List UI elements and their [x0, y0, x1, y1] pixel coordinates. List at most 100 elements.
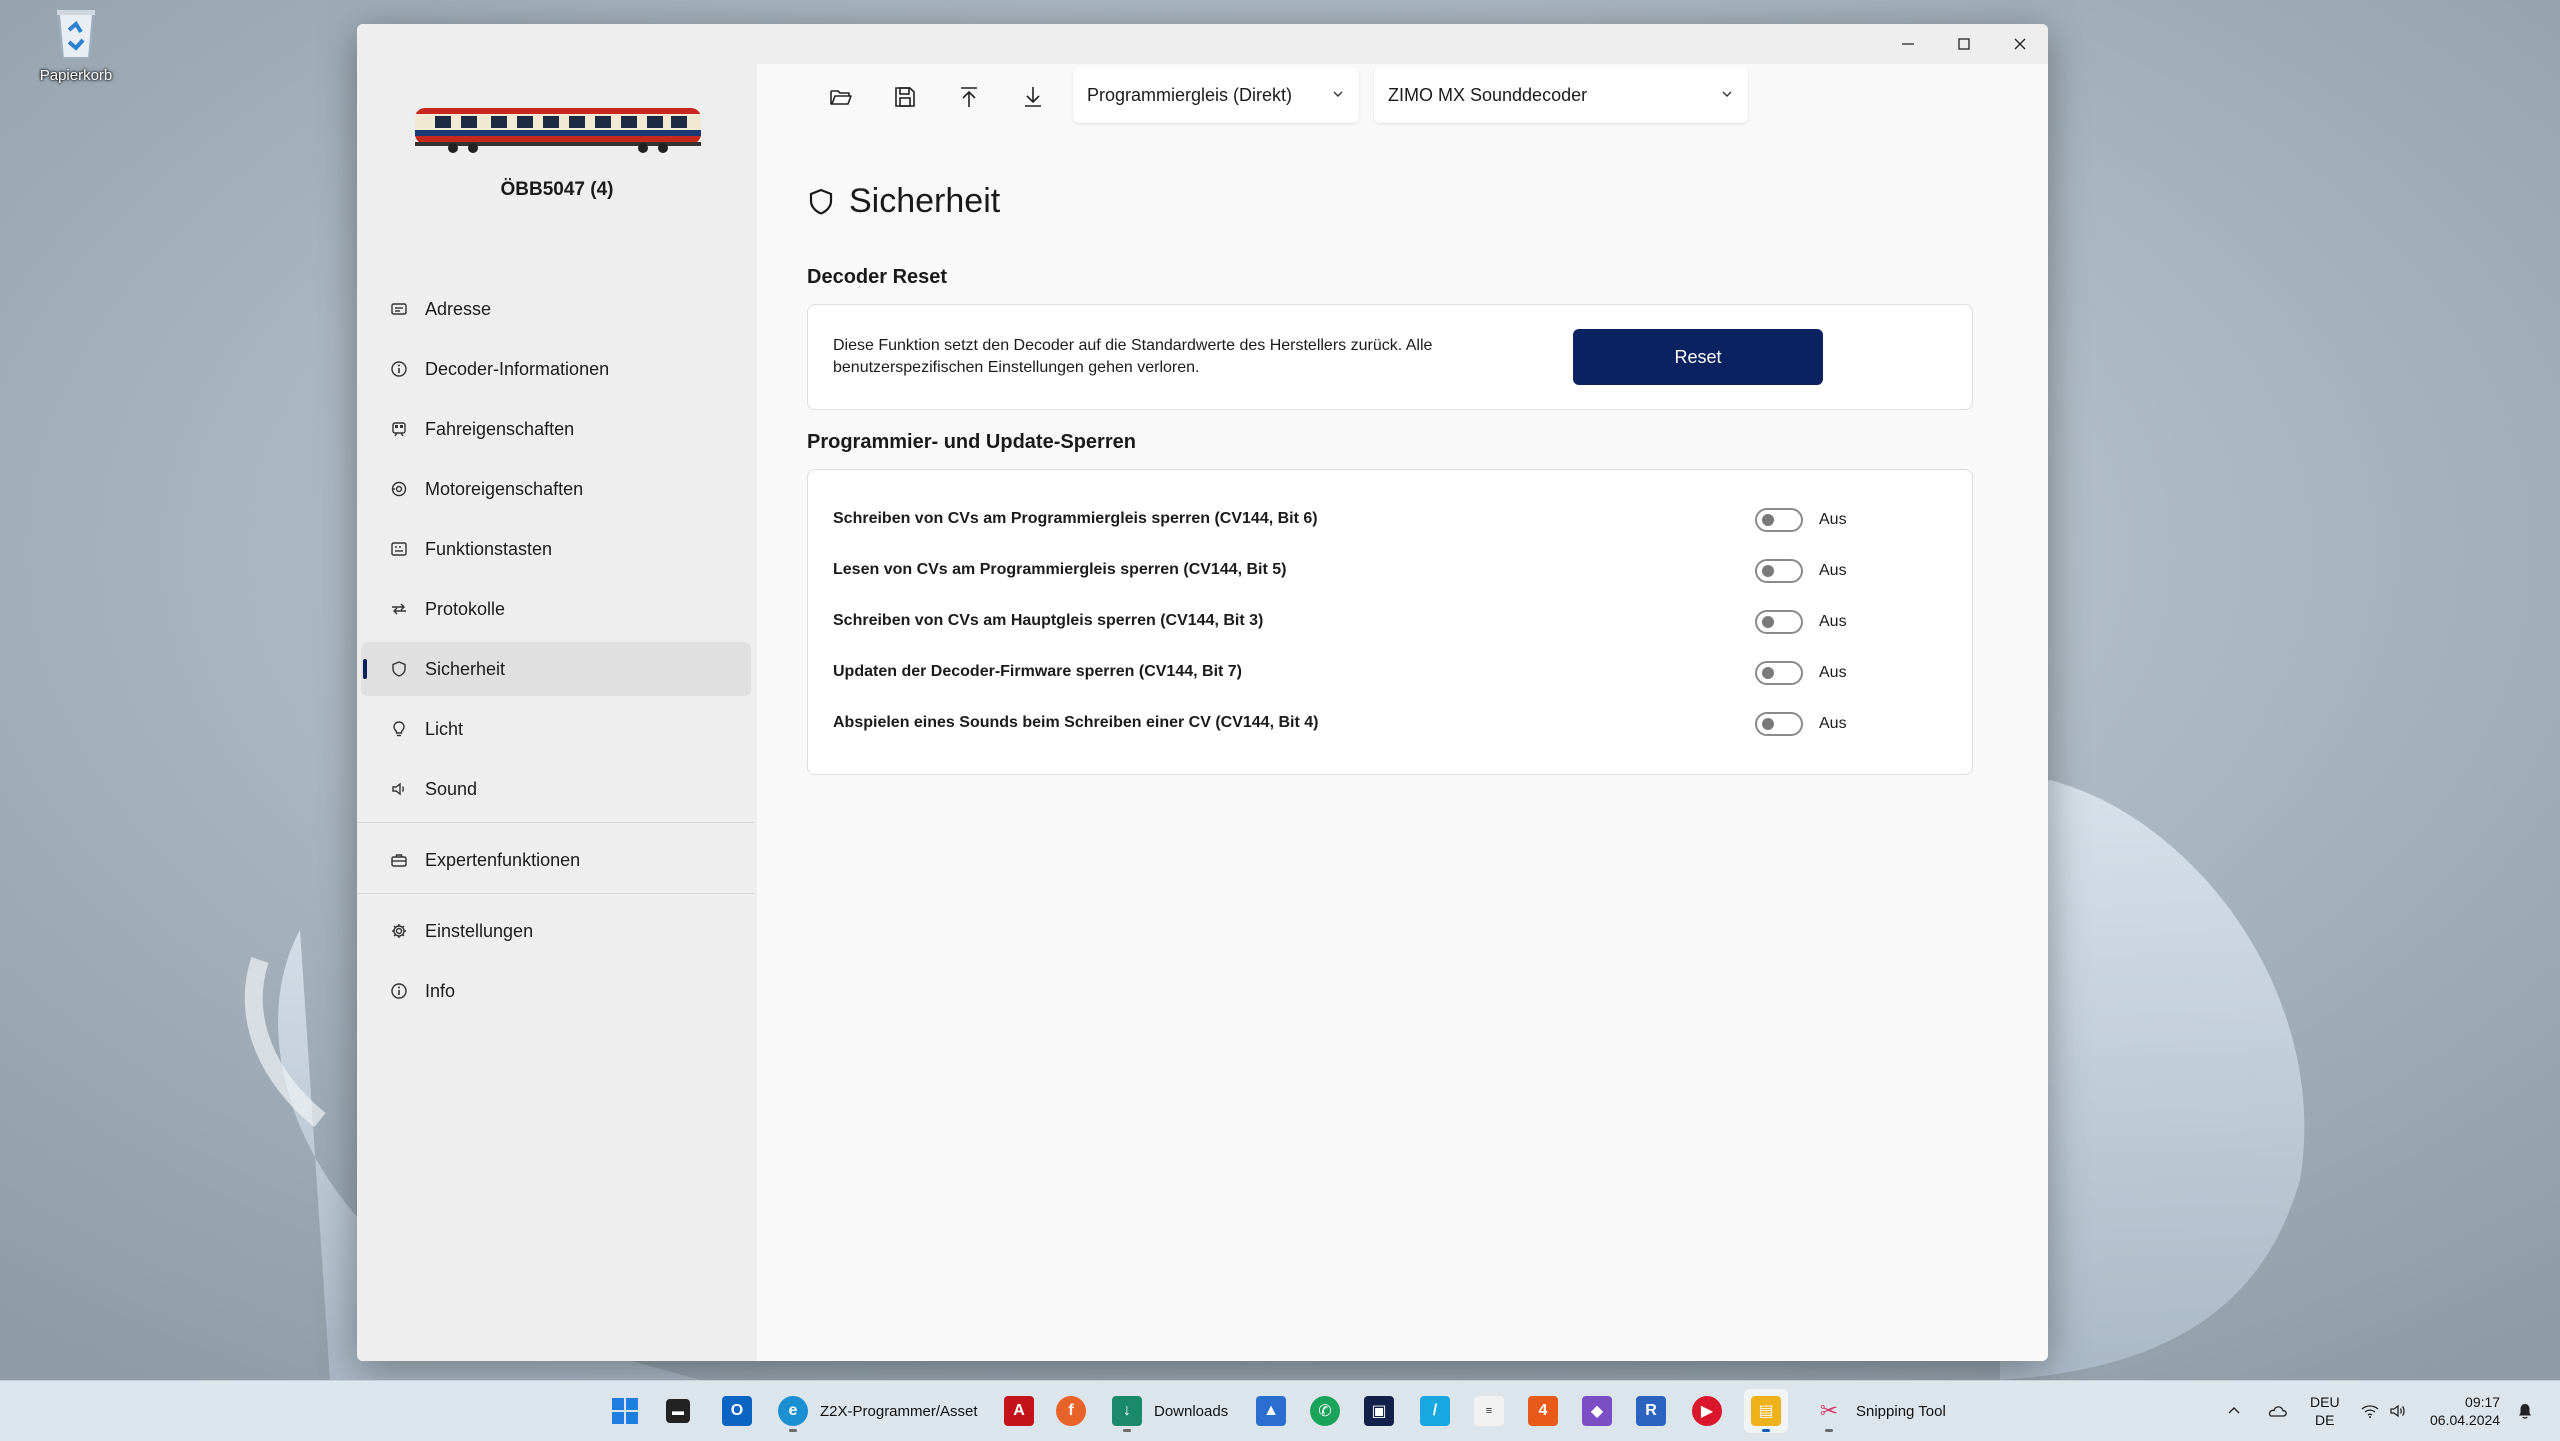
sidebar-item-label: Fahreigenschaften: [425, 418, 575, 439]
upload-button[interactable]: [945, 74, 993, 120]
sidebar-item-label: Decoder-Informationen: [425, 358, 610, 379]
lock-row: Schreiben von CVs am Hauptgleis sperren …: [808, 598, 1972, 648]
lock-state: Aus: [1819, 715, 1847, 732]
sidebar-item-label: Motoreigenschaften: [425, 478, 584, 499]
sidebar-item-motoreigenschaften[interactable]: Motoreigenschaften: [361, 462, 751, 516]
track-select[interactable]: Programmiergleis (Direkt): [1073, 67, 1359, 123]
reset-button[interactable]: Reset: [1573, 329, 1823, 385]
app-icon: ≡: [1474, 1396, 1504, 1426]
taskbar-app-outlook[interactable]: O: [722, 1389, 752, 1433]
download-button[interactable]: [1009, 74, 1057, 120]
maximize-icon: [1958, 38, 1970, 50]
taskbar-app-visual-studio[interactable]: ◆: [1582, 1389, 1612, 1433]
recycle-bin-shortcut[interactable]: Papierkorb: [28, 6, 124, 84]
train-icon: [389, 419, 409, 439]
sidebar-item-label: Sound: [425, 778, 478, 799]
taskbar-app-acrobat[interactable]: A: [1004, 1389, 1034, 1433]
lock-toggle[interactable]: [1755, 508, 1803, 532]
app-icon: ▤: [1751, 1396, 1781, 1426]
volume-icon: [2390, 1404, 2405, 1418]
minimize-button[interactable]: [1880, 24, 1936, 64]
locks-section-title: Programmier- und Update-Sperren: [807, 431, 1136, 453]
lock-toggle[interactable]: [1755, 661, 1803, 685]
reset-description: Diese Funktion setzt den Decoder auf die…: [833, 337, 1433, 376]
taskbar-app-remote[interactable]: R: [1636, 1389, 1666, 1433]
lock-label: Updaten der Decoder-Firmware sperren (CV…: [833, 663, 1243, 680]
lock-label: Schreiben von CVs am Programmiergleis sp…: [833, 510, 1318, 527]
taskbar-app-notes[interactable]: ≡: [1474, 1389, 1504, 1433]
clock-time: 09:17: [2465, 1394, 2501, 1410]
sidebar-item-fahreigenschaften[interactable]: Fahreigenschaften: [361, 402, 751, 456]
toolbar: Programmiergleis (Direkt) ZIMO MX Soundd…: [757, 64, 2048, 130]
locomotive-image: [415, 108, 701, 153]
pdf-icon: A: [1004, 1396, 1034, 1426]
tray-onedrive[interactable]: [2266, 1381, 2288, 1441]
sidebar-item-protokolle[interactable]: Protokolle: [361, 582, 751, 636]
tray-chevron[interactable]: [2226, 1381, 2242, 1441]
app-icon: R: [1636, 1396, 1666, 1426]
arrows-icon: [389, 599, 409, 619]
running-indicator: [1762, 1429, 1770, 1432]
taskbar-app-media[interactable]: ▶: [1692, 1389, 1722, 1433]
sidebar-item-licht[interactable]: Licht: [361, 702, 751, 756]
language-indicator: DEU DE: [2310, 1393, 2340, 1429]
locks-card: Schreiben von CVs am Programmiergleis sp…: [807, 469, 1973, 775]
sidebar-item-label: Sicherheit: [425, 658, 506, 679]
shield-icon: [809, 188, 833, 215]
taskbar-app-four[interactable]: 4: [1528, 1389, 1558, 1433]
tray-network-volume[interactable]: [2360, 1381, 2408, 1441]
taskbar-app-generic[interactable]: ▣: [1364, 1389, 1394, 1433]
taskbar-app-downloads[interactable]: ↓ Downloads: [1112, 1389, 1228, 1433]
close-icon: [2014, 38, 2026, 50]
open-button[interactable]: [817, 74, 865, 120]
sidebar-item-expertenfunktionen[interactable]: Expertenfunktionen: [361, 833, 751, 887]
speaker-icon: [389, 779, 409, 799]
upload-icon: [961, 87, 977, 107]
taskbar-app-terminal[interactable]: ▬: [666, 1389, 690, 1433]
sidebar-item-sicherheit[interactable]: Sicherheit: [361, 642, 751, 696]
tray-notifications[interactable]: [2516, 1381, 2534, 1441]
chevron-up-icon: [2228, 1407, 2240, 1414]
toolbox-icon: [389, 850, 409, 870]
running-indicator: [789, 1429, 797, 1432]
main-content: Sicherheit Decoder Reset Diese Funktion …: [757, 130, 2048, 1361]
save-button[interactable]: [881, 74, 929, 120]
sidebar-item-sound[interactable]: Sound: [361, 762, 751, 816]
taskbar-app-firefox[interactable]: f: [1056, 1389, 1086, 1433]
taskbar-app-photos[interactable]: ▲: [1256, 1389, 1286, 1433]
toggle-knob: [1762, 514, 1774, 526]
close-button[interactable]: [1992, 24, 2048, 64]
play-icon: ▶: [1692, 1396, 1722, 1426]
cloud-icon: [2268, 1406, 2287, 1417]
whatsapp-icon: ✆: [1310, 1396, 1340, 1426]
app-icon: 4: [1528, 1396, 1558, 1426]
sidebar-item-info[interactable]: Info: [361, 964, 751, 1018]
lock-toggle[interactable]: [1755, 610, 1803, 634]
start-button[interactable]: [610, 1389, 640, 1433]
tray-clock[interactable]: 09:17 06.04.2024: [2430, 1381, 2500, 1441]
lock-toggle[interactable]: [1755, 559, 1803, 583]
visual-studio-icon: ◆: [1582, 1396, 1612, 1426]
lock-toggle[interactable]: [1755, 712, 1803, 736]
sidebar-item-funktionstasten[interactable]: Funktionstasten: [361, 522, 751, 576]
taskbar: ▬ O e Z2X-Programmer/Asset A f ↓ Downloa…: [0, 1380, 2560, 1441]
maximize-button[interactable]: [1936, 24, 1992, 64]
address-card-icon: [389, 299, 409, 319]
taskbar-app-edge[interactable]: e Z2X-Programmer/Asset: [778, 1389, 978, 1433]
taskbar-app-blue[interactable]: /: [1420, 1389, 1450, 1433]
clock-date: 06.04.2024: [2430, 1412, 2501, 1428]
bell-icon: [2519, 1404, 2531, 1419]
taskbar-app-whatsapp[interactable]: ✆: [1310, 1389, 1340, 1433]
taskbar-app-snipping-tool[interactable]: ✂ Snipping Tool: [1814, 1389, 1946, 1433]
sidebar-divider: [357, 893, 755, 894]
sidebar-item-label: Info: [425, 980, 456, 1001]
tray-language[interactable]: DEU DE: [2310, 1381, 2340, 1441]
sidebar-item-decoder-informationen[interactable]: Decoder-Informationen: [361, 342, 751, 396]
photos-icon: ▲: [1256, 1396, 1286, 1426]
reset-card: Diese Funktion setzt den Decoder auf die…: [807, 304, 1973, 410]
loco-name: ÖBB5047 (4): [500, 179, 614, 200]
decoder-select[interactable]: ZIMO MX Sounddecoder: [1374, 67, 1748, 123]
sidebar-item-adresse[interactable]: Adresse: [361, 282, 751, 336]
taskbar-app-z2x[interactable]: ▤: [1744, 1389, 1788, 1433]
sidebar-item-einstellungen[interactable]: Einstellungen: [361, 904, 751, 958]
